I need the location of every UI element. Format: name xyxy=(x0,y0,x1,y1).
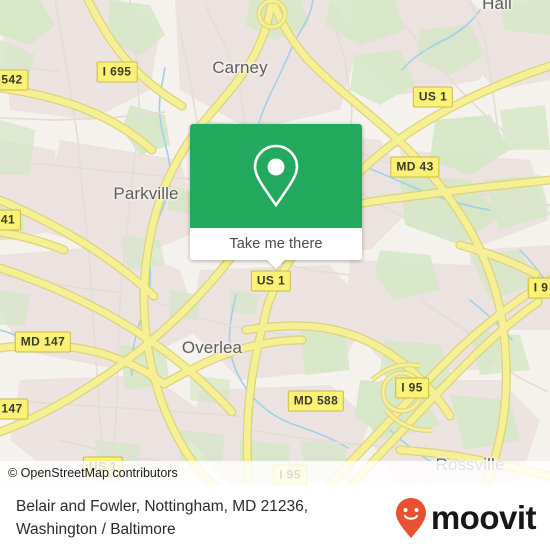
map-canvas[interactable]: Carney Hall Parkville Overlea Rossville … xyxy=(0,0,550,485)
highway-shield: US 1 xyxy=(412,86,454,108)
highway-shield: I 95 xyxy=(395,377,429,399)
place-label: Parkville xyxy=(113,184,179,203)
moovit-wordmark: moovit xyxy=(430,499,537,536)
moovit-logo[interactable]: moovit xyxy=(395,497,537,539)
popup-pointer xyxy=(266,259,286,269)
place-label: Hall xyxy=(482,0,512,13)
highway-shield: I 695 xyxy=(96,61,138,83)
location-title: Belair and Fowler, Nottingham, MD 21236,… xyxy=(16,497,309,538)
popup-cta-bar[interactable]: Take me there xyxy=(190,228,362,260)
place-label: Overlea xyxy=(181,338,243,357)
location-popup-card[interactable]: Take me there xyxy=(190,124,362,269)
highway-shield: MD 43 xyxy=(390,156,440,178)
map-attribution[interactable]: © OpenStreetMap contributors xyxy=(0,461,550,485)
highway-shield: 41 xyxy=(0,209,22,231)
highway-shield: I 9 xyxy=(527,277,550,299)
popup-image-area xyxy=(190,124,362,228)
highway-shield: 542 xyxy=(0,69,29,91)
footer-bar: Belair and Fowler, Nottingham, MD 21236,… xyxy=(0,485,550,550)
highway-shield: US 1 xyxy=(250,270,292,292)
place-label: Carney xyxy=(212,58,268,77)
attribution-text: © OpenStreetMap contributors xyxy=(8,466,178,480)
highway-shield: MD 147 xyxy=(14,331,72,353)
highway-shield: MD 588 xyxy=(287,390,345,412)
take-me-there-label: Take me there xyxy=(229,236,323,252)
map-screenshot: Carney Hall Parkville Overlea Rossville … xyxy=(0,0,550,550)
highway-shield: 147 xyxy=(0,398,29,420)
moovit-smiley-pin-icon xyxy=(395,497,426,538)
map-pin-icon xyxy=(253,144,299,208)
